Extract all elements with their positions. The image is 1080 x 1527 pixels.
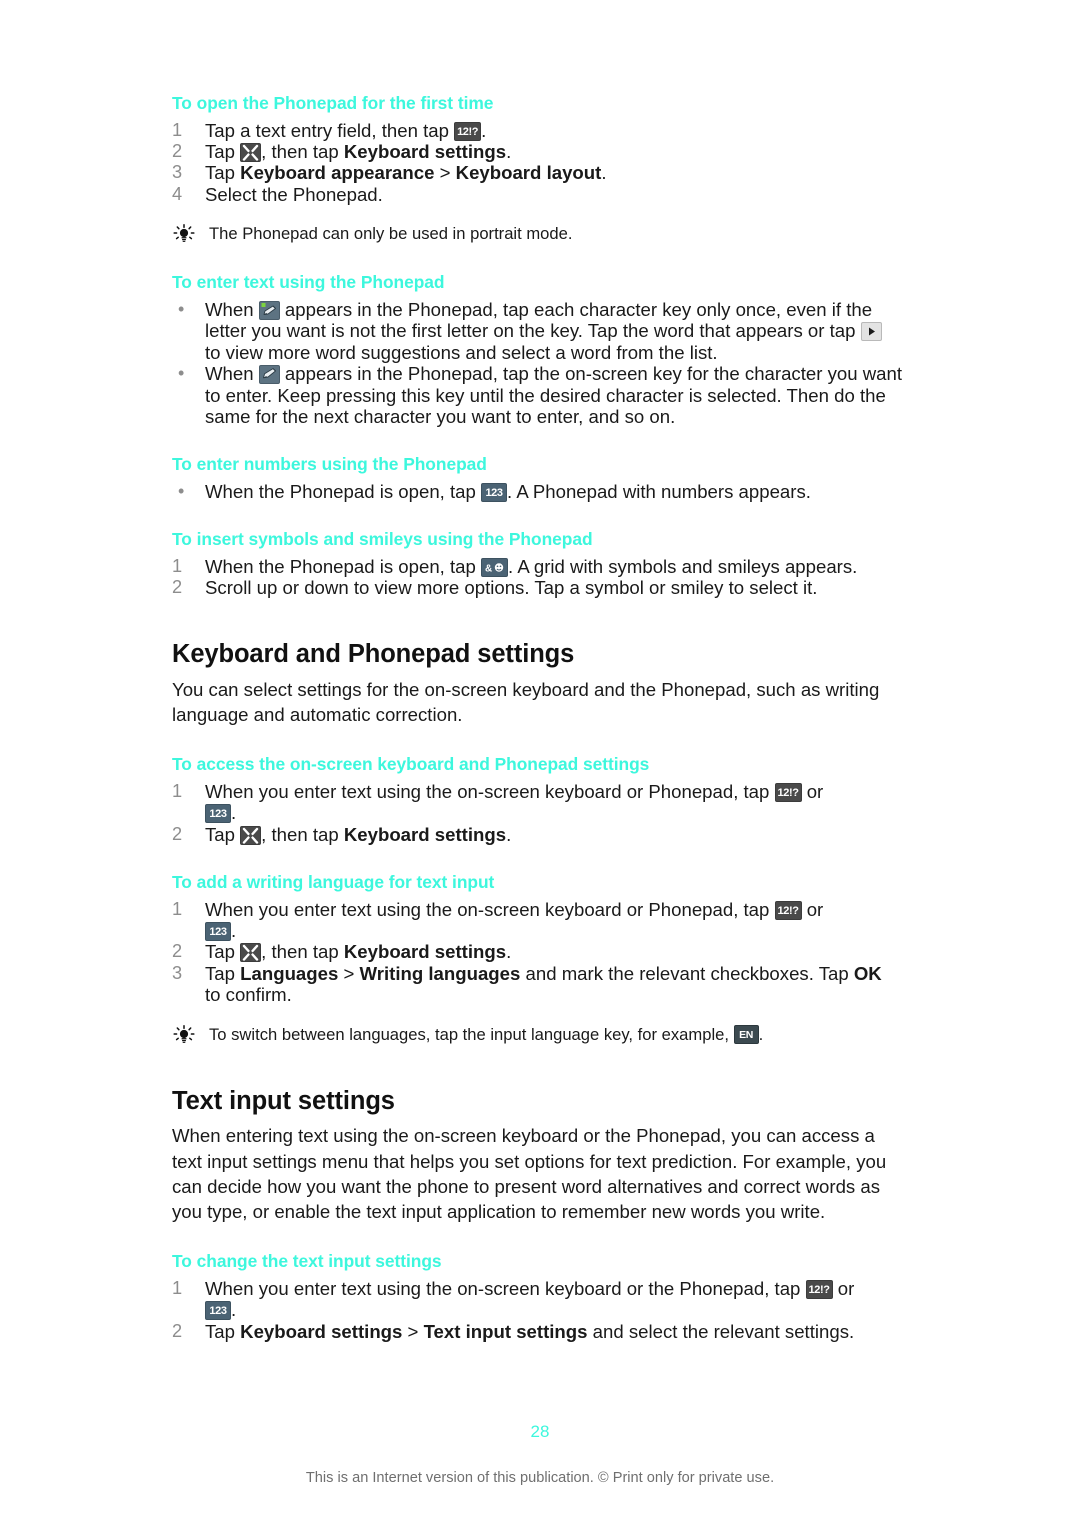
step-text: Tap a text entry field, then tap 12!?. xyxy=(205,119,487,141)
list-item: 3 Tap Languages > Writing languages and … xyxy=(172,963,902,1006)
step-text: Tap Keyboard appearance > Keyboard layou… xyxy=(205,162,607,184)
tools-icon xyxy=(240,943,262,963)
list-item: 2 Tap , then tap Keyboard settings. xyxy=(172,141,902,163)
tip-text: To switch between languages, tap the inp… xyxy=(209,1024,764,1044)
list-item: 2 Tap , then tap Keyboard settings. xyxy=(172,941,902,963)
step-number: 3 xyxy=(172,162,183,183)
step-text: Scroll up or down to view more options. … xyxy=(205,577,818,599)
step-text: Tap , then tap Keyboard settings. xyxy=(205,941,512,963)
step-number: 2 xyxy=(172,141,183,162)
svg-text:&: & xyxy=(485,563,492,574)
play-arrow-icon xyxy=(860,322,882,342)
step-text: When you enter text using the on-screen … xyxy=(205,898,824,941)
steps-access-settings: 1 When you enter text using the on-scree… xyxy=(172,781,902,845)
step-number: 2 xyxy=(172,941,183,962)
step-text: When the Phonepad is open, tap &. A grid… xyxy=(205,555,858,577)
bullets-enter-numbers: • When the Phonepad is open, tap 123. A … xyxy=(172,481,902,502)
bullet-text: When appears in the Phonepad, tap the on… xyxy=(205,363,902,427)
list-item: 2 Scroll up or down to view more options… xyxy=(172,577,902,598)
list-item: • When appears in the Phonepad, tap each… xyxy=(172,299,902,363)
page-number: 28 xyxy=(530,1422,550,1441)
list-item: 1 When you enter text using the on-scree… xyxy=(172,781,902,824)
page-title-keyboard-settings: Keyboard and Phonepad settings xyxy=(172,639,575,668)
bullet-marker: • xyxy=(178,480,185,501)
key-12-icon: 12!? xyxy=(805,1279,833,1299)
pencil-icon xyxy=(258,365,280,385)
step-number: 1 xyxy=(172,1277,183,1298)
tools-icon xyxy=(240,825,262,845)
bullets-enter-text: • When appears in the Phonepad, tap each… xyxy=(172,299,902,427)
step-number: 2 xyxy=(172,577,183,598)
key-123-icon: 123 xyxy=(205,921,231,941)
list-item: 1 When you enter text using the on-scree… xyxy=(172,899,902,942)
tip-switch-languages: To switch between languages, tap the inp… xyxy=(172,1024,902,1046)
tools-icon xyxy=(240,143,262,163)
step-text: When you enter text using the on-screen … xyxy=(205,780,824,824)
procedure-title-change-text-input: To change the text input settings xyxy=(172,1251,442,1272)
key-12-icon: 12!? xyxy=(774,900,802,920)
procedure-title-enter-text: To enter text using the Phonepad xyxy=(172,272,445,293)
procedure-title-insert-symbols: To insert symbols and smileys using the … xyxy=(172,529,593,550)
footer-note: This is an Internet version of this publ… xyxy=(305,1470,775,1486)
procedure-title-open-phonepad: To open the Phonepad for the first time xyxy=(172,93,494,113)
list-item: 4 Select the Phonepad. xyxy=(172,184,902,205)
steps-open-phonepad: 1 Tap a text entry field, then tap 12!?.… xyxy=(172,120,902,206)
procedure-title-enter-numbers: To enter numbers using the Phonepad xyxy=(172,454,487,475)
key-123-icon: 123 xyxy=(205,804,231,824)
intro-text-input-settings: When entering text using the on-screen k… xyxy=(172,1125,887,1223)
key-123-icon: 123 xyxy=(205,1301,231,1321)
page-content: To open the Phonepad for the first time … xyxy=(172,92,902,1342)
list-item: 1 Tap a text entry field, then tap 12!?. xyxy=(172,120,902,141)
steps-add-language: 1 When you enter text using the on-scree… xyxy=(172,899,902,1006)
step-number: 1 xyxy=(172,555,183,576)
list-item: 3 Tap Keyboard appearance > Keyboard lay… xyxy=(172,162,902,183)
tip-portrait-mode: The Phonepad can only be used in portrai… xyxy=(172,223,902,245)
key-12-icon: 12!? xyxy=(454,121,482,141)
step-text: Tap Keyboard settings > Text input setti… xyxy=(205,1320,855,1342)
bullet-marker: • xyxy=(178,298,185,319)
step-number: 1 xyxy=(172,898,183,919)
step-number: 1 xyxy=(172,780,183,801)
bullet-marker: • xyxy=(178,363,185,384)
step-number: 3 xyxy=(172,962,183,983)
procedure-title-access-settings: To access the on-screen keyboard and Pho… xyxy=(172,754,650,775)
list-item: 2 Tap Keyboard settings > Text input set… xyxy=(172,1321,902,1342)
lightbulb-icon xyxy=(172,224,196,244)
list-item: 2 Tap , then tap Keyboard settings. xyxy=(172,824,902,845)
key-en-icon: EN xyxy=(733,1024,759,1044)
lightbulb-icon xyxy=(172,1024,196,1045)
steps-insert-symbols: 1 When the Phonepad is open, tap &. A gr… xyxy=(172,556,902,599)
step-text: Tap Languages > Writing languages and ma… xyxy=(205,962,882,1006)
step-number: 4 xyxy=(172,183,183,204)
tip-text: The Phonepad can only be used in portrai… xyxy=(209,224,573,244)
symbols-smiley-icon: & xyxy=(481,557,509,577)
list-item: 1 When the Phonepad is open, tap &. A gr… xyxy=(172,556,902,577)
list-item: • When the Phonepad is open, tap 123. A … xyxy=(172,481,902,502)
list-item: 1 When you enter text using the on-scree… xyxy=(172,1278,902,1321)
key-12-icon: 12!? xyxy=(774,782,802,802)
procedure-title-add-language: To add a writing language for text input xyxy=(172,871,495,892)
intro-keyboard-settings: You can select settings for the on-scree… xyxy=(172,678,880,725)
step-number: 1 xyxy=(172,119,183,140)
steps-change-text-input: 1 When you enter text using the on-scree… xyxy=(172,1278,902,1342)
bullet-text: When appears in the Phonepad, tap each c… xyxy=(205,299,882,363)
step-text: When you enter text using the on-screen … xyxy=(205,1277,855,1321)
page-title-text-input-settings: Text input settings xyxy=(172,1086,395,1115)
step-text: Select the Phonepad. xyxy=(205,183,383,205)
step-number: 2 xyxy=(172,1320,183,1341)
document-page: To open the Phonepad for the first time … xyxy=(0,0,1080,1527)
list-item: • When appears in the Phonepad, tap the … xyxy=(172,363,902,427)
pencil-with-dot-icon xyxy=(258,300,280,320)
bullet-text: When the Phonepad is open, tap 123. A Ph… xyxy=(205,480,811,502)
step-number: 2 xyxy=(172,823,183,844)
step-text: Tap , then tap Keyboard settings. xyxy=(205,141,512,163)
step-text: Tap , then tap Keyboard settings. xyxy=(205,823,512,845)
key-123-icon: 123 xyxy=(481,482,508,502)
